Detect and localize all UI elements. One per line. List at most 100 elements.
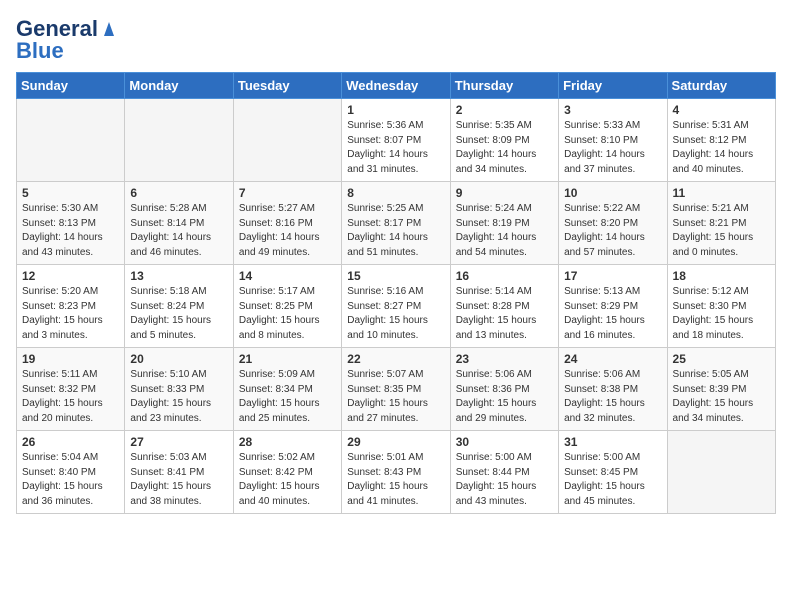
day-number: 25 — [673, 352, 770, 366]
calendar-week-row: 26 Sunrise: 5:04 AM Sunset: 8:40 PM Dayli… — [17, 431, 776, 514]
calendar-cell: 12 Sunrise: 5:20 AM Sunset: 8:23 PM Dayli… — [17, 265, 125, 348]
day-number: 8 — [347, 186, 444, 200]
calendar-cell: 29 Sunrise: 5:01 AM Sunset: 8:43 PM Dayli… — [342, 431, 450, 514]
calendar-cell: 7Sunrise: 5:27 AM Sunset: 8:16 PM Daylig… — [233, 182, 341, 265]
day-info: Sunrise: 5:17 AM Sunset: 8:25 PM Dayligh… — [239, 285, 336, 343]
day-info: Sunrise: 5:11 AM Sunset: 8:32 PM Dayligh… — [22, 368, 119, 426]
logo: General Blue — [16, 16, 118, 64]
day-info: Sunrise: 5:36 AM Sunset: 8:07 PM Dayligh… — [347, 119, 444, 177]
day-info: Sunrise: 5:20 AM Sunset: 8:23 PM Dayligh… — [22, 285, 119, 343]
calendar-cell — [667, 431, 775, 514]
calendar-cell: 14 Sunrise: 5:17 AM Sunset: 8:25 PM Dayli… — [233, 265, 341, 348]
day-number: 5 — [22, 186, 119, 200]
calendar-cell: 1 Sunrise: 5:36 AM Sunset: 8:07 PM Daylig… — [342, 99, 450, 182]
day-number: 9 — [456, 186, 553, 200]
calendar-cell: 31 Sunrise: 5:00 AM Sunset: 8:45 PM Dayli… — [559, 431, 667, 514]
day-number: 3 — [564, 103, 661, 117]
day-info: Sunrise: 5:31 AM Sunset: 8:12 PM Dayligh… — [673, 119, 770, 177]
calendar-cell: 23 Sunrise: 5:06 AM Sunset: 8:36 PM Dayli… — [450, 348, 558, 431]
calendar-cell: 11 Sunrise: 5:21 AM Sunset: 8:21 PM Dayli… — [667, 182, 775, 265]
day-info: Sunrise: 5:10 AM Sunset: 8:33 PM Dayligh… — [130, 368, 227, 426]
day-info: Sunrise: 5:00 AM Sunset: 8:44 PM Dayligh… — [456, 451, 553, 509]
day-info: Sunrise: 5:13 AM Sunset: 8:29 PM Dayligh… — [564, 285, 661, 343]
day-number: 13 — [130, 269, 227, 283]
weekday-header-sunday: Sunday — [17, 73, 125, 99]
header: General Blue — [16, 16, 776, 64]
calendar-cell: 24Sunrise: 5:06 AM Sunset: 8:38 PM Dayli… — [559, 348, 667, 431]
day-number: 10 — [564, 186, 661, 200]
calendar-cell: 26 Sunrise: 5:04 AM Sunset: 8:40 PM Dayli… — [17, 431, 125, 514]
day-number: 20 — [130, 352, 227, 366]
calendar-cell: 22Sunrise: 5:07 AM Sunset: 8:35 PM Dayli… — [342, 348, 450, 431]
day-info: Sunrise: 5:21 AM Sunset: 8:21 PM Dayligh… — [673, 202, 770, 260]
calendar-cell: 4 Sunrise: 5:31 AM Sunset: 8:12 PM Daylig… — [667, 99, 775, 182]
day-info: Sunrise: 5:00 AM Sunset: 8:45 PM Dayligh… — [564, 451, 661, 509]
day-info: Sunrise: 5:35 AM Sunset: 8:09 PM Dayligh… — [456, 119, 553, 177]
day-info: Sunrise: 5:28 AM Sunset: 8:14 PM Dayligh… — [130, 202, 227, 260]
day-number: 11 — [673, 186, 770, 200]
calendar-cell: 18 Sunrise: 5:12 AM Sunset: 8:30 PM Dayli… — [667, 265, 775, 348]
day-number: 12 — [22, 269, 119, 283]
calendar-week-row: 12 Sunrise: 5:20 AM Sunset: 8:23 PM Dayli… — [17, 265, 776, 348]
calendar-cell: 3 Sunrise: 5:33 AM Sunset: 8:10 PM Daylig… — [559, 99, 667, 182]
calendar-cell: 21 Sunrise: 5:09 AM Sunset: 8:34 PM Dayli… — [233, 348, 341, 431]
calendar-cell — [17, 99, 125, 182]
weekday-header-row: SundayMondayTuesdayWednesdayThursdayFrid… — [17, 73, 776, 99]
day-number: 19 — [22, 352, 119, 366]
day-info: Sunrise: 5:04 AM Sunset: 8:40 PM Dayligh… — [22, 451, 119, 509]
calendar-cell — [233, 99, 341, 182]
calendar-cell: 28Sunrise: 5:02 AM Sunset: 8:42 PM Dayli… — [233, 431, 341, 514]
day-info: Sunrise: 5:01 AM Sunset: 8:43 PM Dayligh… — [347, 451, 444, 509]
day-number: 1 — [347, 103, 444, 117]
calendar-cell: 9 Sunrise: 5:24 AM Sunset: 8:19 PM Daylig… — [450, 182, 558, 265]
calendar-cell — [125, 99, 233, 182]
day-info: Sunrise: 5:06 AM Sunset: 8:36 PM Dayligh… — [456, 368, 553, 426]
day-number: 29 — [347, 435, 444, 449]
day-number: 31 — [564, 435, 661, 449]
day-info: Sunrise: 5:09 AM Sunset: 8:34 PM Dayligh… — [239, 368, 336, 426]
calendar-cell: 16Sunrise: 5:14 AM Sunset: 8:28 PM Dayli… — [450, 265, 558, 348]
day-number: 6 — [130, 186, 227, 200]
day-number: 2 — [456, 103, 553, 117]
day-number: 28 — [239, 435, 336, 449]
calendar-cell: 17 Sunrise: 5:13 AM Sunset: 8:29 PM Dayli… — [559, 265, 667, 348]
day-number: 7 — [239, 186, 336, 200]
logo-blue: Blue — [16, 38, 64, 64]
day-info: Sunrise: 5:24 AM Sunset: 8:19 PM Dayligh… — [456, 202, 553, 260]
day-info: Sunrise: 5:30 AM Sunset: 8:13 PM Dayligh… — [22, 202, 119, 260]
day-info: Sunrise: 5:16 AM Sunset: 8:27 PM Dayligh… — [347, 285, 444, 343]
weekday-header-friday: Friday — [559, 73, 667, 99]
day-number: 24 — [564, 352, 661, 366]
day-number: 26 — [22, 435, 119, 449]
calendar-week-row: 1 Sunrise: 5:36 AM Sunset: 8:07 PM Daylig… — [17, 99, 776, 182]
day-number: 27 — [130, 435, 227, 449]
weekday-header-tuesday: Tuesday — [233, 73, 341, 99]
day-number: 17 — [564, 269, 661, 283]
day-number: 30 — [456, 435, 553, 449]
day-info: Sunrise: 5:14 AM Sunset: 8:28 PM Dayligh… — [456, 285, 553, 343]
calendar-cell: 30 Sunrise: 5:00 AM Sunset: 8:44 PM Dayli… — [450, 431, 558, 514]
calendar-cell: 6 Sunrise: 5:28 AM Sunset: 8:14 PM Daylig… — [125, 182, 233, 265]
day-info: Sunrise: 5:33 AM Sunset: 8:10 PM Dayligh… — [564, 119, 661, 177]
day-info: Sunrise: 5:22 AM Sunset: 8:20 PM Dayligh… — [564, 202, 661, 260]
day-number: 22 — [347, 352, 444, 366]
day-number: 4 — [673, 103, 770, 117]
day-info: Sunrise: 5:12 AM Sunset: 8:30 PM Dayligh… — [673, 285, 770, 343]
day-number: 21 — [239, 352, 336, 366]
day-number: 18 — [673, 269, 770, 283]
calendar-cell: 13 Sunrise: 5:18 AM Sunset: 8:24 PM Dayli… — [125, 265, 233, 348]
day-info: Sunrise: 5:25 AM Sunset: 8:17 PM Dayligh… — [347, 202, 444, 260]
day-info: Sunrise: 5:18 AM Sunset: 8:24 PM Dayligh… — [130, 285, 227, 343]
weekday-header-wednesday: Wednesday — [342, 73, 450, 99]
day-info: Sunrise: 5:03 AM Sunset: 8:41 PM Dayligh… — [130, 451, 227, 509]
day-number: 23 — [456, 352, 553, 366]
day-number: 15 — [347, 269, 444, 283]
calendar-cell: 27 Sunrise: 5:03 AM Sunset: 8:41 PM Dayli… — [125, 431, 233, 514]
calendar-cell: 8 Sunrise: 5:25 AM Sunset: 8:17 PM Daylig… — [342, 182, 450, 265]
day-info: Sunrise: 5:05 AM Sunset: 8:39 PM Dayligh… — [673, 368, 770, 426]
calendar-cell: 20 Sunrise: 5:10 AM Sunset: 8:33 PM Dayli… — [125, 348, 233, 431]
calendar-cell: 2 Sunrise: 5:35 AM Sunset: 8:09 PM Daylig… — [450, 99, 558, 182]
day-number: 14 — [239, 269, 336, 283]
calendar-cell: 15 Sunrise: 5:16 AM Sunset: 8:27 PM Dayli… — [342, 265, 450, 348]
calendar-week-row: 5 Sunrise: 5:30 AM Sunset: 8:13 PM Daylig… — [17, 182, 776, 265]
